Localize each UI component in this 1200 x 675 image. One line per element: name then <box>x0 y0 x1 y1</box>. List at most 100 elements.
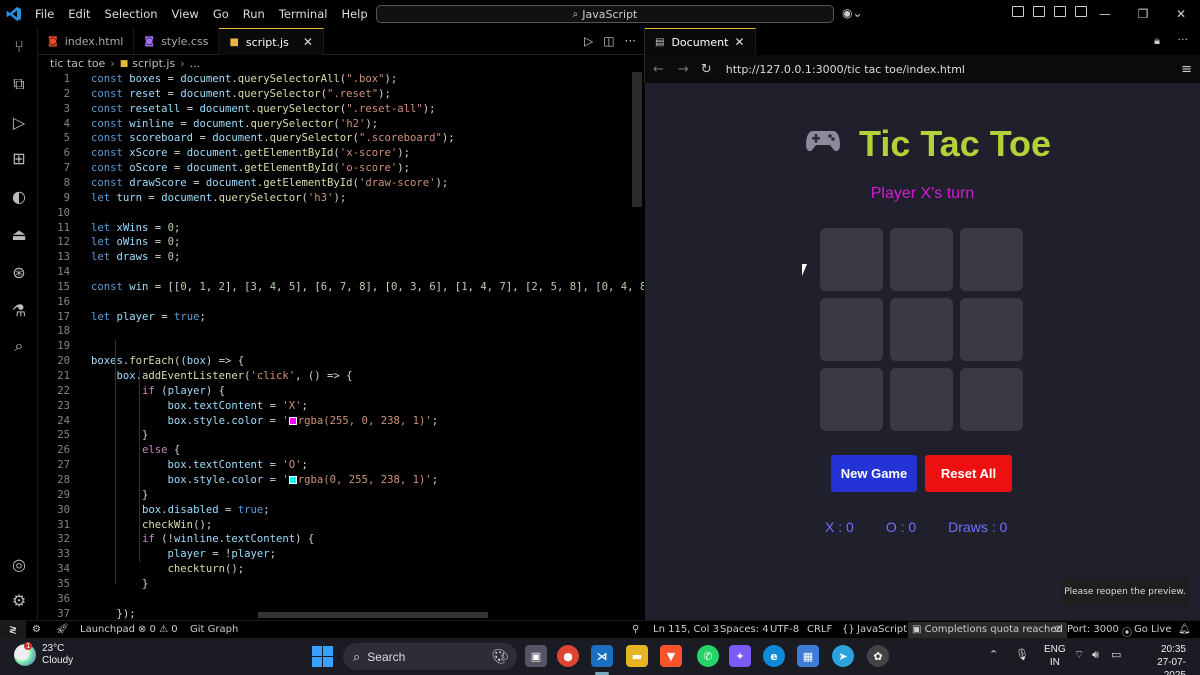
board-cell[interactable] <box>890 368 953 431</box>
settings-gear-icon[interactable]: ⚙ <box>7 588 31 612</box>
close-window-icon[interactable]: ✕ <box>1162 0 1200 28</box>
language-indicator[interactable]: ENG IN <box>1044 643 1066 669</box>
battery-icon[interactable]: ▭ <box>1111 648 1121 661</box>
breadcrumb-folder[interactable]: tic tac toe <box>50 57 105 70</box>
notification-toast[interactable]: Please reopen the preview. <box>1062 578 1188 606</box>
lock-group-icon[interactable]: 🔒︎ <box>1154 34 1160 48</box>
menu-edit[interactable]: Edit <box>61 7 97 21</box>
copilot-app-icon[interactable]: ✦ <box>729 645 751 667</box>
menu-selection[interactable]: Selection <box>98 7 165 21</box>
chatgpt-icon[interactable]: ✿ <box>867 645 889 667</box>
completions-quota-badge[interactable]: ▣ Completions quota reached <box>908 622 1067 638</box>
tab-style-css[interactable]: ◙ style.css <box>134 28 220 55</box>
vscode-taskbar-icon[interactable]: ⋊ <box>591 645 613 667</box>
close-tab-icon[interactable]: ✕ <box>303 35 313 49</box>
menu-icon[interactable]: ≡ <box>1181 62 1192 77</box>
launchpad-icon[interactable]: 🚀︎ <box>56 624 69 635</box>
source-control-icon[interactable]: ⑂ <box>7 34 31 58</box>
board-cell[interactable] <box>960 298 1023 361</box>
notifications-bell-icon[interactable]: 🔔︎ <box>1178 624 1191 635</box>
run-debug-icon[interactable]: ▷ <box>7 110 31 134</box>
breadcrumb-file[interactable]: script.js <box>132 57 175 70</box>
problems-indicator[interactable]: ⊗ 0 ⚠ 0 <box>138 624 178 635</box>
git-graph-icon[interactable]: ⊛ <box>7 260 31 284</box>
menu-run[interactable]: Run <box>236 7 272 21</box>
microsoft-store-icon[interactable]: ▦ <box>797 645 819 667</box>
search-icon[interactable]: ⌕ <box>7 334 31 358</box>
menu-terminal[interactable]: Terminal <box>272 7 335 21</box>
launchpad-label[interactable]: Launchpad <box>80 624 135 635</box>
command-center-search[interactable]: ⌕ JavaScript <box>376 5 834 23</box>
wifi-icon[interactable]: ⌔ <box>1074 648 1084 662</box>
new-game-button[interactable]: New Game <box>831 455 917 492</box>
chrome-icon[interactable]: ● <box>557 645 579 667</box>
testing-icon[interactable]: ⚗ <box>7 298 31 322</box>
microphone-icon[interactable]: 🎙︎ <box>1015 648 1029 661</box>
weather-widget[interactable]: 1 23°C Cloudy <box>14 642 73 667</box>
menu-go[interactable]: Go <box>206 7 236 21</box>
system-clock[interactable]: 20:35 27-07-2025 <box>1136 643 1186 675</box>
more-actions-icon[interactable]: ··· <box>625 34 636 48</box>
breadcrumb-symbol[interactable]: ... <box>190 57 201 70</box>
board-cell[interactable] <box>820 298 883 361</box>
split-editor-icon[interactable]: ◫ <box>603 34 614 48</box>
menu-file[interactable]: File <box>28 7 61 21</box>
board-cell[interactable] <box>890 298 953 361</box>
tab-document-preview[interactable]: ▤ Document ✕ <box>645 28 756 55</box>
location-pin-icon[interactable]: ⚲ <box>632 624 639 635</box>
telegram-icon[interactable]: ➤ <box>832 645 854 667</box>
edge-devtools-icon[interactable]: ◐ <box>7 184 31 208</box>
reset-all-button[interactable]: Reset All <box>925 455 1012 492</box>
minimize-icon[interactable]: — <box>1086 0 1124 28</box>
explorer-icon[interactable]: ⧉ <box>7 72 31 96</box>
windows-start-icon[interactable] <box>312 646 333 667</box>
url-field[interactable]: http://127.0.0.1:3000/tic tac toe/index.… <box>726 63 965 76</box>
edge-icon[interactable]: e <box>763 645 785 667</box>
encoding[interactable]: UTF-8 <box>770 624 799 635</box>
port-label[interactable]: Port: 3000 <box>1067 624 1119 635</box>
tab-script-js[interactable]: ■ script.js ✕ <box>219 28 324 55</box>
git-graph-label[interactable]: Git Graph <box>190 624 238 635</box>
copilot-icon[interactable]: ◉⌄ <box>842 6 863 20</box>
forward-arrow-icon[interactable]: → <box>678 62 689 77</box>
board-cell[interactable] <box>960 228 1023 291</box>
volume-icon[interactable]: 🔊︎ <box>1092 648 1099 662</box>
indentation[interactable]: Spaces: 4 <box>720 624 769 635</box>
cursor-position[interactable]: Ln 115, Col 3 <box>653 624 719 635</box>
extensions-icon[interactable]: ⊞ <box>7 146 31 170</box>
customize-layout-icon[interactable] <box>1012 6 1024 17</box>
menu-view[interactable]: View <box>165 7 206 21</box>
toggle-sidebar-icon[interactable] <box>1033 6 1045 17</box>
editor-horizontal-scrollbar[interactable] <box>258 612 488 618</box>
task-view-icon[interactable]: ▣ <box>525 645 547 667</box>
toggle-panel-icon[interactable] <box>1054 6 1066 17</box>
menu-help[interactable]: Help <box>334 7 374 21</box>
back-arrow-icon[interactable]: ← <box>653 62 664 77</box>
run-file-icon[interactable]: ▷ <box>584 34 593 48</box>
account-icon[interactable]: ◎ <box>7 552 31 576</box>
remote-explorer-icon[interactable]: ⏏ <box>7 222 31 246</box>
board-cell[interactable] <box>890 228 953 291</box>
file-explorer-icon[interactable]: ▬ <box>626 645 648 667</box>
whatsapp-icon[interactable]: ✆ <box>697 645 719 667</box>
extension-icon[interactable]: ⚙ <box>32 624 41 635</box>
brave-icon[interactable]: ▼ <box>660 645 682 667</box>
close-tab-icon[interactable]: ✕ <box>734 35 744 49</box>
board-cell[interactable] <box>960 368 1023 431</box>
go-live-button[interactable]: Go Live <box>1134 624 1171 635</box>
taskbar-search[interactable]: ⌕ Search 🎨︎ <box>343 643 517 670</box>
board-cell[interactable] <box>820 368 883 431</box>
refresh-icon[interactable]: ↻ <box>701 62 712 77</box>
board-cell[interactable] <box>820 228 883 291</box>
chevron-up-icon[interactable]: ⌃ <box>989 648 998 661</box>
clock-date: 27-07-2025 <box>1157 657 1186 675</box>
line-endings[interactable]: CRLF <box>807 624 832 635</box>
code-editor[interactable]: 1 const boxes = document.querySelectorAll… <box>38 72 644 620</box>
cloudy-weather-icon: 1 <box>14 642 36 666</box>
language-mode[interactable]: JavaScript <box>857 624 907 635</box>
more-actions-icon[interactable]: ··· <box>1178 33 1189 46</box>
restore-icon[interactable]: ❐ <box>1124 0 1162 28</box>
tab-index-html[interactable]: ◙ index.html <box>38 28 135 55</box>
remote-indicator-icon[interactable]: ≷ <box>0 621 26 639</box>
editor-scrollbar[interactable] <box>632 72 642 207</box>
